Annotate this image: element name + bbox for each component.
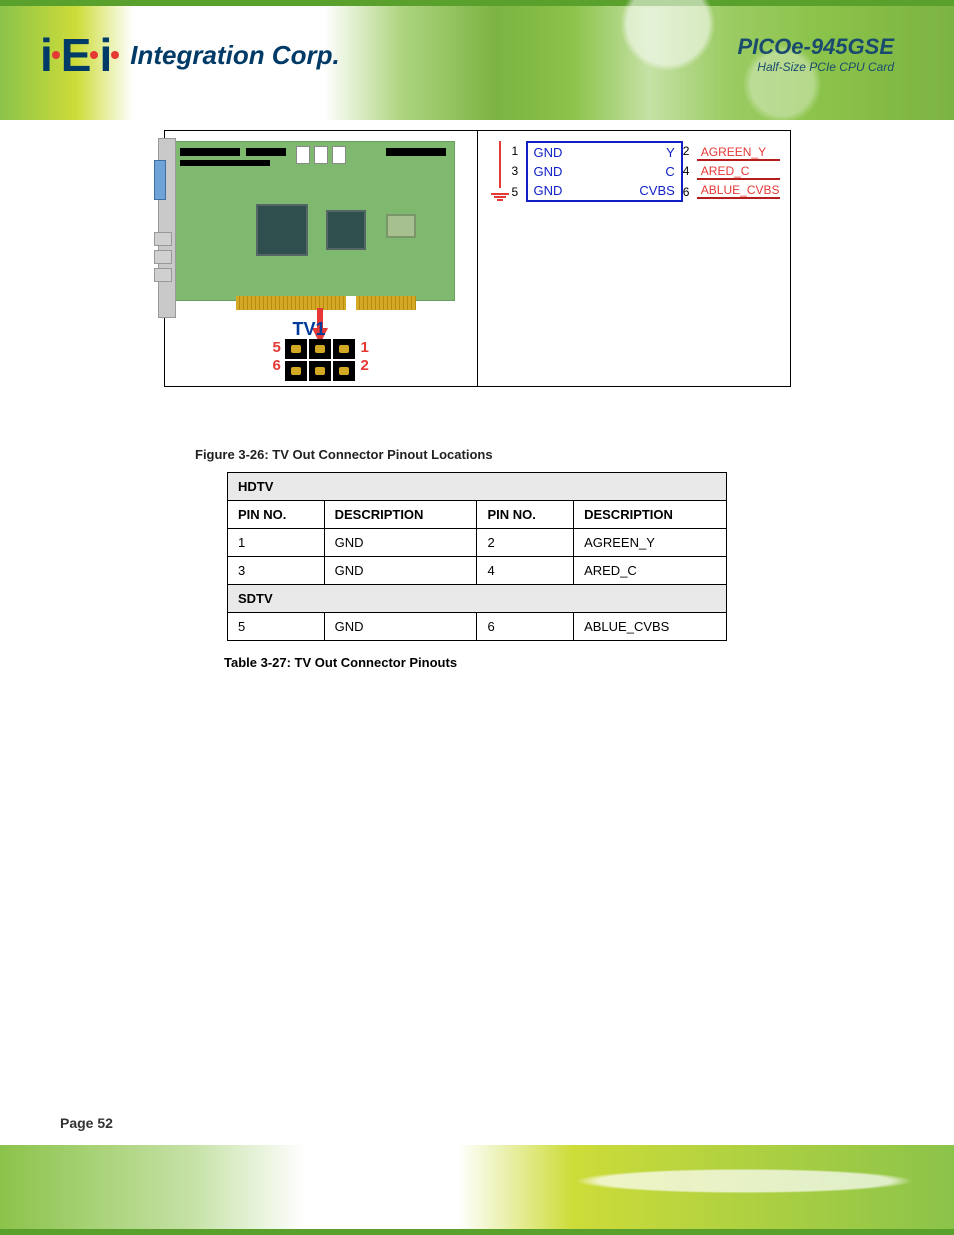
sch-pin-num: 4 [683,164,697,178]
company-name: Integration Corp. [130,40,339,71]
header-strip-icon [180,148,240,156]
pin-num-5: 5 [273,339,281,356]
cell: 2 [477,529,574,557]
sch-pin-num: 5 [512,185,526,199]
io-port-icon [154,250,172,264]
cell: 1 [228,529,325,557]
header-strip-icon [180,160,270,166]
table-row: 5 GND 6 ABLUE_CVBS [228,613,727,641]
figure-pcb-cell: TV1 5 6 1 2 [165,131,478,386]
footer-accent [0,1229,954,1235]
product-name: PICOe-945GSE [737,34,894,60]
sch-pin-num: 3 [512,164,526,178]
figure-schematic-cell: 1 3 5 GND Y GND C GND CVBS 2 4 [478,131,790,386]
sch-left-label: GND [528,162,605,181]
io-port-icon [154,268,172,282]
cell: GND [324,613,477,641]
chip-icon [386,214,416,238]
vga-port-icon [154,160,166,200]
table-band-hdtv: HDTV [228,473,727,501]
cell: 4 [477,557,574,585]
table-row: 1 GND 2 AGREEN_Y [228,529,727,557]
cell: ARED_C [574,557,727,585]
signal-name: ABLUE_CVBS [697,183,780,199]
table-row: 3 GND 4 ARED_C [228,557,727,585]
header-strip-icon [246,148,286,156]
cell: ABLUE_CVBS [574,613,727,641]
connector-icon [314,146,328,164]
sch-pin-num: 2 [683,144,697,158]
table-caption: Table 3-27: TV Out Connector Pinouts [224,655,954,670]
chipset-icon [326,210,366,250]
tv-connector-label: TV1 [293,319,326,340]
schematic-diagram: 1 3 5 GND Y GND C GND CVBS 2 4 [488,141,780,202]
col-header: PIN NO. [477,501,574,529]
cell: GND [324,529,477,557]
signal-name: ARED_C [697,164,780,180]
cell: 3 [228,557,325,585]
header-strip-icon [386,148,446,156]
cell: GND [324,557,477,585]
sch-pin-num: 6 [683,185,697,199]
cell: 6 [477,613,574,641]
edge-connector-icon [236,296,416,310]
brand-logo: iEi Integration Corp. [40,28,340,82]
header-banner: iEi Integration Corp. PICOe-945GSE Half-… [0,0,954,120]
sch-right-label: Y [604,143,681,162]
sch-left-label: GND [528,181,605,200]
connector-icon [332,146,346,164]
col-header: DESCRIPTION [574,501,727,529]
tv-header-icon [285,339,355,381]
ground-rail [488,141,512,202]
pcb-illustration [175,141,455,301]
sch-right-label: CVBS [604,181,681,200]
io-port-icon [154,232,172,246]
page-number: Page 52 [60,1115,113,1131]
pin-num-6: 6 [273,357,281,374]
pinout-table: HDTV PIN NO. DESCRIPTION PIN NO. DESCRIP… [227,472,727,641]
cpu-chip-icon [256,204,308,256]
footer-banner [0,1145,954,1235]
cell: 5 [228,613,325,641]
signal-name: AGREEN_Y [697,145,780,161]
sch-pin-num: 1 [512,144,526,158]
connector-icon [296,146,310,164]
figure-box: TV1 5 6 1 2 1 3 5 [164,130,791,387]
tv-label-text: TV1 [293,319,326,339]
pin-num-1: 1 [361,339,369,356]
col-header: PIN NO. [228,501,325,529]
sch-right-label: C [604,162,681,181]
ground-symbol-icon [491,192,509,202]
logo-mark: iEi [40,28,120,82]
figure-caption: Figure 3-26: TV Out Connector Pinout Loc… [195,447,954,462]
table-band-sdtv: SDTV [228,585,727,613]
product-header: PICOe-945GSE Half-Size PCIe CPU Card [737,34,894,74]
product-subtitle: Half-Size PCIe CPU Card [737,60,894,74]
col-header: DESCRIPTION [324,501,477,529]
sch-left-label: GND [528,143,605,162]
pin-num-2: 2 [361,357,369,374]
edge-notch [346,296,356,310]
cell: AGREEN_Y [574,529,727,557]
